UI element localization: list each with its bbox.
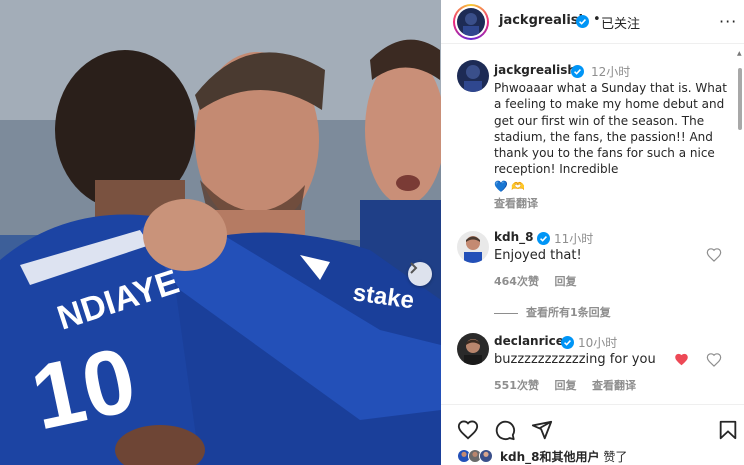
share-icon[interactable] [531, 419, 553, 441]
verified-icon [561, 336, 574, 349]
other-likers-link[interactable]: 其他用户 [551, 450, 599, 464]
comment-translate-link[interactable]: 查看翻译 [592, 379, 636, 392]
comment-avatar[interactable] [457, 333, 489, 365]
heart-icon[interactable] [457, 419, 479, 441]
bookmark-icon[interactable] [717, 419, 739, 441]
more-options-button[interactable]: ··· [719, 12, 737, 31]
comment-reply-button[interactable]: 回复 [554, 379, 576, 392]
comment-like-button[interactable] [706, 352, 722, 368]
post-details-panel: jackgrealish • 已关注 ··· ▲ jackgrealish 12… [441, 0, 744, 465]
action-bar [441, 404, 744, 448]
scroll-up-arrow[interactable]: ▲ [737, 50, 742, 57]
verified-icon [571, 65, 584, 78]
post-photo-illustration: stake NDIAYE 10 [0, 0, 441, 465]
scrollbar-thumb[interactable] [738, 68, 742, 130]
avatar [457, 8, 485, 36]
comment-avatar[interactable] [457, 231, 489, 263]
comment-likes-count[interactable]: 551次赞 [494, 379, 539, 392]
follow-status-button[interactable]: 已关注 [601, 13, 640, 32]
liker-avatar [479, 449, 493, 463]
instagram-post-view: stake NDIAYE 10 jackgrealish • 已关注 ··· ▲… [0, 0, 744, 465]
caption-text: Phwoaaar what a Sunday that is. What a f… [494, 81, 727, 177]
comment-text: Enjoyed that! [494, 248, 582, 263]
caption-avatar[interactable] [457, 60, 489, 92]
next-photo-button[interactable] [408, 262, 432, 286]
likes-text: kdh_8和其他用户 赞了 [500, 448, 627, 465]
header-separator: • [593, 12, 601, 27]
view-replies-link[interactable]: 查看所有1条回复 [494, 304, 611, 320]
verified-icon [537, 232, 550, 245]
comment-username[interactable]: kdh_8 [494, 230, 533, 244]
jersey-number: 10 [23, 329, 144, 450]
comment-icon[interactable] [494, 419, 516, 441]
comment-username[interactable]: declanrice [494, 334, 564, 348]
story-ring[interactable] [453, 4, 489, 40]
chevron-right-icon [410, 262, 418, 274]
comment-meta: 464次赞 回复 [494, 273, 588, 289]
post-header: jackgrealish • 已关注 ··· [441, 0, 744, 44]
caption-time: 12小时 [591, 65, 631, 79]
caption-emojis: 💙 🫶 [494, 180, 525, 193]
comment-text: buzzzzzzzzzzzing for you [494, 352, 656, 367]
comment-meta: 551次赞 回复 查看翻译 [494, 377, 648, 393]
header-username[interactable]: jackgrealish [499, 13, 588, 28]
comment-reply-button[interactable]: 回复 [554, 275, 576, 288]
comment-time: 11小时 [554, 232, 594, 246]
likes-suffix: 赞了 [603, 449, 628, 464]
caption-username[interactable]: jackgrealish [494, 63, 576, 77]
likes-summary[interactable]: kdh_8和其他用户 赞了 [457, 447, 627, 465]
liker-username[interactable]: kdh_8 [500, 450, 539, 464]
verified-icon [576, 15, 589, 28]
red-heart-emoji [675, 353, 688, 366]
view-replies-label: 查看所有1条回复 [526, 306, 611, 319]
comment-likes-count[interactable]: 464次赞 [494, 275, 539, 288]
post-photo[interactable]: stake NDIAYE 10 [0, 0, 441, 465]
comment-like-button[interactable] [706, 247, 722, 263]
divider [494, 312, 518, 314]
comment-time: 10小时 [578, 336, 618, 350]
likes-joiner: 和 [539, 449, 552, 464]
caption-translate-link[interactable]: 查看翻译 [494, 195, 538, 211]
